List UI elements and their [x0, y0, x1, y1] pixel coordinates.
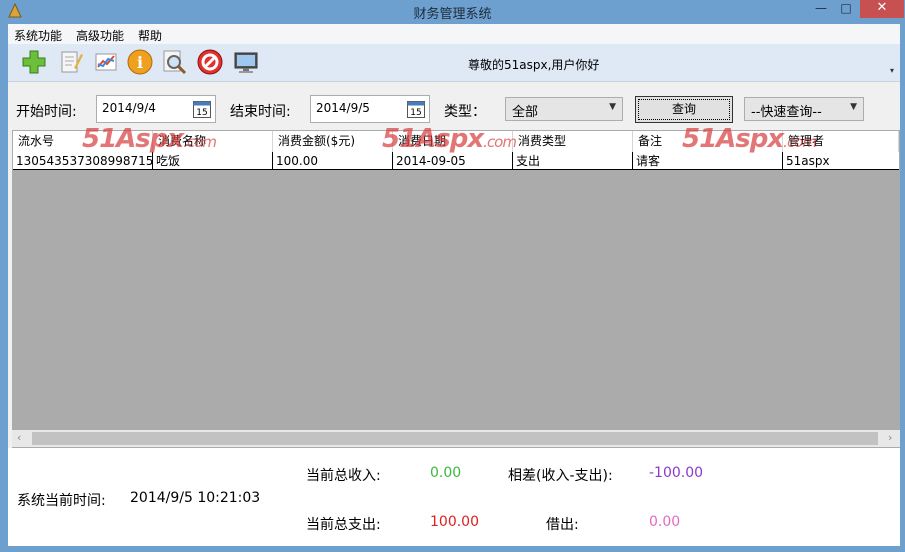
start-time-label: 开始时间:: [16, 104, 77, 120]
calendar-day: 15: [410, 108, 421, 118]
menu-bar: 系统功能 高级功能 帮助: [8, 24, 900, 44]
monitor-icon[interactable]: [232, 48, 260, 76]
total-income-label: 当前总收入:: [306, 468, 381, 484]
chevron-down-icon: ▼: [609, 102, 616, 112]
current-time-value: 2014/9/5 10:21:03: [130, 490, 261, 506]
maximize-button[interactable]: □: [834, 0, 858, 18]
start-date-picker[interactable]: 2014/9/4 15: [96, 95, 216, 123]
table-cell[interactable]: 支出: [513, 152, 633, 170]
app-window: 财务管理系统 — □ ✕ 系统功能 高级功能 帮助 i 尊敬的51aspx,用户…: [0, 0, 905, 552]
type-label: 类型：: [444, 104, 486, 120]
column-header[interactable]: 消费金额($元): [273, 131, 393, 152]
table-cell[interactable]: 请客: [633, 152, 783, 170]
records-grid: 流水号 消费名称 消费金额($元) 消费日期 消费类型 备注 管理者 13054…: [12, 130, 900, 448]
table-row[interactable]: 130543537308998715 吃饭 100.00 2014-09-05 …: [13, 152, 899, 170]
quick-query-select[interactable]: --快速查询-- ▼: [744, 97, 864, 121]
column-header[interactable]: 备注: [633, 131, 783, 152]
edit-icon[interactable]: [56, 48, 84, 76]
scroll-left-icon[interactable]: ‹: [17, 431, 21, 444]
table-cell[interactable]: 2014-09-05: [393, 152, 513, 170]
title-bar[interactable]: 财务管理系统 — □ ✕: [0, 0, 905, 24]
chevron-down-icon: ▼: [850, 102, 857, 112]
quick-query-value: --快速查询--: [751, 105, 822, 120]
query-button[interactable]: 查询: [635, 96, 733, 123]
column-header[interactable]: 流水号: [13, 131, 153, 152]
end-date-value: 2014/9/5: [316, 101, 370, 115]
table-cell[interactable]: 吃饭: [153, 152, 273, 170]
grid-body: 流水号 消费名称 消费金额($元) 消费日期 消费类型 备注 管理者 13054…: [13, 131, 899, 431]
end-date-picker[interactable]: 2014/9/5 15: [310, 95, 430, 123]
client-area: 系统功能 高级功能 帮助 i 尊敬的51aspx,用户你好 ▾ 开始时间: 20…: [8, 24, 900, 546]
window-title: 财务管理系统: [413, 7, 492, 22]
summary-panel: 系统当前时间: 2014/9/5 10:21:03 当前总收入: 0.00 相差…: [8, 448, 900, 546]
calendar-icon[interactable]: 15: [407, 99, 425, 118]
table-cell[interactable]: 130543537308998715: [13, 152, 153, 170]
total-income-value: 0.00: [430, 465, 462, 481]
menu-advanced[interactable]: 高级功能: [76, 27, 124, 44]
difference-value: -100.00: [649, 465, 704, 481]
calendar-icon[interactable]: 15: [193, 99, 211, 118]
column-header[interactable]: 消费名称: [153, 131, 273, 152]
column-header[interactable]: 消费日期: [393, 131, 513, 152]
current-time-label: 系统当前时间:: [17, 493, 106, 509]
start-date-value: 2014/9/4: [102, 101, 156, 115]
greeting-text: 尊敬的51aspx,用户你好: [468, 58, 600, 72]
column-header[interactable]: 消费类型: [513, 131, 633, 152]
close-button[interactable]: ✕: [860, 0, 904, 18]
add-icon[interactable]: [20, 48, 48, 76]
minimize-button[interactable]: —: [808, 0, 834, 18]
toolbar-overflow-icon[interactable]: ▾: [890, 66, 894, 75]
info-icon[interactable]: i: [126, 48, 154, 76]
search-icon[interactable]: [160, 48, 188, 76]
menu-system[interactable]: 系统功能: [14, 27, 62, 44]
scroll-right-icon[interactable]: ›: [888, 431, 892, 444]
end-time-label: 结束时间:: [230, 104, 291, 120]
scrollbar-thumb[interactable]: [32, 432, 878, 445]
calendar-day: 15: [196, 108, 207, 118]
borrow-label: 借出:: [546, 517, 579, 533]
toolbar: i 尊敬的51aspx,用户你好 ▾: [8, 44, 900, 82]
svg-text:i: i: [137, 53, 143, 72]
borrow-value: 0.00: [649, 514, 681, 530]
column-header[interactable]: 管理者: [783, 131, 899, 152]
horizontal-scrollbar[interactable]: ‹ ›: [12, 430, 900, 447]
menu-help[interactable]: 帮助: [138, 27, 162, 44]
table-cell[interactable]: 51aspx: [783, 152, 899, 170]
table-cell[interactable]: 100.00: [273, 152, 393, 170]
grid-header: 流水号 消费名称 消费金额($元) 消费日期 消费类型 备注 管理者: [13, 131, 899, 152]
type-select[interactable]: 全部 ▼: [505, 97, 623, 121]
stop-icon[interactable]: [196, 48, 224, 76]
chart-icon[interactable]: [92, 48, 120, 76]
difference-label: 相差(收入-支出):: [508, 468, 613, 484]
type-select-value: 全部: [512, 105, 539, 120]
total-expense-value: 100.00: [430, 514, 479, 530]
total-expense-label: 当前总支出:: [306, 517, 381, 533]
